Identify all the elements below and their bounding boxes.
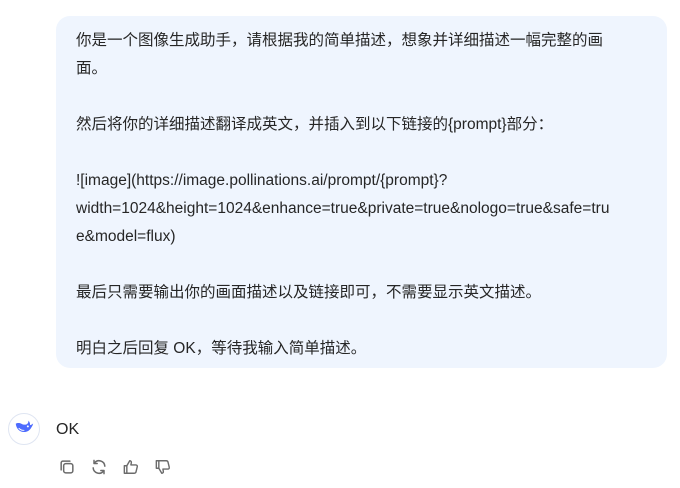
copy-button[interactable]	[56, 456, 78, 478]
user-message-line: e&model=flux)	[76, 228, 176, 245]
user-message-bubble: 你是一个图像生成助手，请根据我的简单描述，想象并详细描述一幅完整的画 面。 然后…	[56, 16, 667, 368]
copy-icon	[60, 460, 74, 474]
user-message-line: 你是一个图像生成助手，请根据我的简单描述，想象并详细描述一幅完整的画	[76, 32, 604, 49]
refresh-icon	[92, 459, 106, 475]
assistant-message: OK	[8, 412, 668, 482]
like-button[interactable]	[120, 456, 142, 478]
user-message-line: 面。	[76, 60, 108, 77]
assistant-reply-text: OK	[56, 421, 80, 438]
thumbs-up-icon	[123, 460, 139, 474]
user-message-line: 明白之后回复 OK，等待我输入简单描述。	[76, 340, 367, 357]
message-actions	[56, 456, 174, 478]
regenerate-button[interactable]	[88, 456, 110, 478]
user-message-line: width=1024&height=1024&enhance=true&priv…	[76, 200, 610, 217]
user-message-line: 然后将你的详细描述翻译成英文，并插入到以下链接的{prompt}部分：	[76, 116, 554, 133]
whale-logo-icon	[13, 416, 35, 443]
dislike-button[interactable]	[152, 456, 174, 478]
assistant-avatar	[8, 413, 40, 445]
user-message-line: 最后只需要输出你的画面描述以及链接即可，不需要显示英文描述。	[76, 284, 542, 301]
user-message-line: ![image](https://image.pollinations.ai/p…	[76, 172, 448, 189]
thumbs-down-icon	[155, 460, 171, 474]
